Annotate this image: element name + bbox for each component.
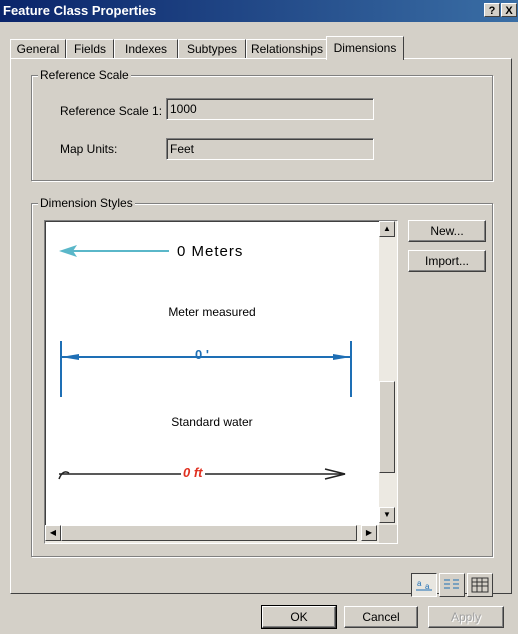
apply-button[interactable]: Apply [428, 606, 504, 628]
tab-label: Indexes [124, 42, 168, 56]
scroll-up-icon[interactable]: ▲ [379, 221, 395, 237]
tab-dimensions[interactable]: Dimensions [326, 36, 404, 60]
close-icon: X [505, 5, 513, 17]
style-sample-text: 0 ft [181, 465, 205, 480]
style-item-2[interactable]: Meter measured 0 ' [45, 291, 379, 401]
detail-view-button[interactable] [467, 573, 493, 597]
tab-label: Subtypes [186, 42, 238, 56]
svg-text:a: a [417, 579, 422, 588]
reference-scale-value: 1000 [170, 102, 197, 116]
button-label: New... [430, 224, 464, 238]
reference-scale-label: Reference Scale 1: [60, 104, 163, 118]
help-icon: ? [488, 5, 496, 17]
tab-indexes[interactable]: Indexes [114, 39, 178, 59]
close-button[interactable]: X [501, 3, 517, 17]
map-units-value: Feet [170, 142, 195, 156]
scroll-right-icon[interactable]: ▶ [361, 525, 377, 541]
vertical-scroll-thumb[interactable] [379, 381, 395, 473]
vertical-scrollbar[interactable]: ▲ ▼ [379, 221, 397, 525]
tab-label: Fields [73, 42, 106, 56]
preview-view-icon: a a [416, 579, 432, 591]
style-item-3[interactable]: Standard water 0 ft [45, 411, 379, 491]
scrollbar-corner [379, 525, 397, 543]
detail-view-icon [471, 577, 489, 593]
map-units-field: Feet [166, 138, 374, 160]
style-name: Standard water [171, 415, 253, 429]
horizontal-scrollbar[interactable]: ◀ ▶ [45, 525, 379, 543]
button-label: Apply [450, 610, 482, 624]
button-label: Import... [424, 254, 469, 268]
tab-label: Dimensions [333, 41, 397, 55]
style-item-1[interactable]: 0 Meters [45, 221, 379, 281]
help-button[interactable]: ? [484, 3, 500, 17]
list-view-icon [444, 579, 459, 589]
dimension-line-icon [60, 341, 352, 397]
list-view-button[interactable] [439, 573, 465, 597]
button-label: OK [290, 610, 308, 624]
left-arrow-icon [59, 245, 169, 257]
preview-view-button[interactable]: a a [411, 573, 437, 597]
dimension-styles-legend: Dimension Styles [38, 196, 135, 210]
ok-button[interactable]: OK [261, 605, 337, 629]
new-style-button[interactable]: New... [408, 220, 486, 242]
cancel-button[interactable]: Cancel [344, 606, 418, 628]
svg-text:a: a [425, 582, 430, 591]
style-name: Meter measured [168, 305, 256, 319]
dimension-styles-list[interactable]: 0 Meters Meter measured 0 ' Standard wat… [44, 220, 398, 544]
reference-scale-input[interactable]: 1000 [166, 98, 374, 120]
dimension-styles-group: Dimension Styles 0 Meters Meter measured [31, 196, 493, 557]
import-style-button[interactable]: Import... [408, 250, 486, 272]
map-units-label: Map Units: [60, 142, 118, 156]
style-sample-text: 0 ' [195, 347, 209, 362]
scroll-left-icon[interactable]: ◀ [45, 525, 61, 541]
tab-general[interactable]: General [10, 39, 66, 59]
window-title: Feature Class Properties [3, 3, 157, 18]
tab-label: General [16, 42, 60, 56]
tab-subtypes[interactable]: Subtypes [178, 39, 246, 59]
dimensions-page: Reference Scale Reference Scale 1: 1000 … [10, 58, 512, 597]
title-bar: Feature Class Properties ? X [0, 0, 518, 22]
horizontal-scroll-thumb[interactable] [61, 525, 357, 541]
tab-label: Relationships [250, 42, 324, 56]
tab-relationships[interactable]: Relationships [246, 39, 328, 59]
tab-fields[interactable]: Fields [66, 39, 114, 59]
reference-scale-group: Reference Scale Reference Scale 1: 1000 … [31, 68, 493, 181]
button-label: Cancel [362, 610, 400, 624]
reference-scale-legend: Reference Scale [38, 68, 131, 82]
style-sample-text: 0 Meters [177, 243, 244, 260]
scroll-down-icon[interactable]: ▼ [379, 507, 395, 523]
